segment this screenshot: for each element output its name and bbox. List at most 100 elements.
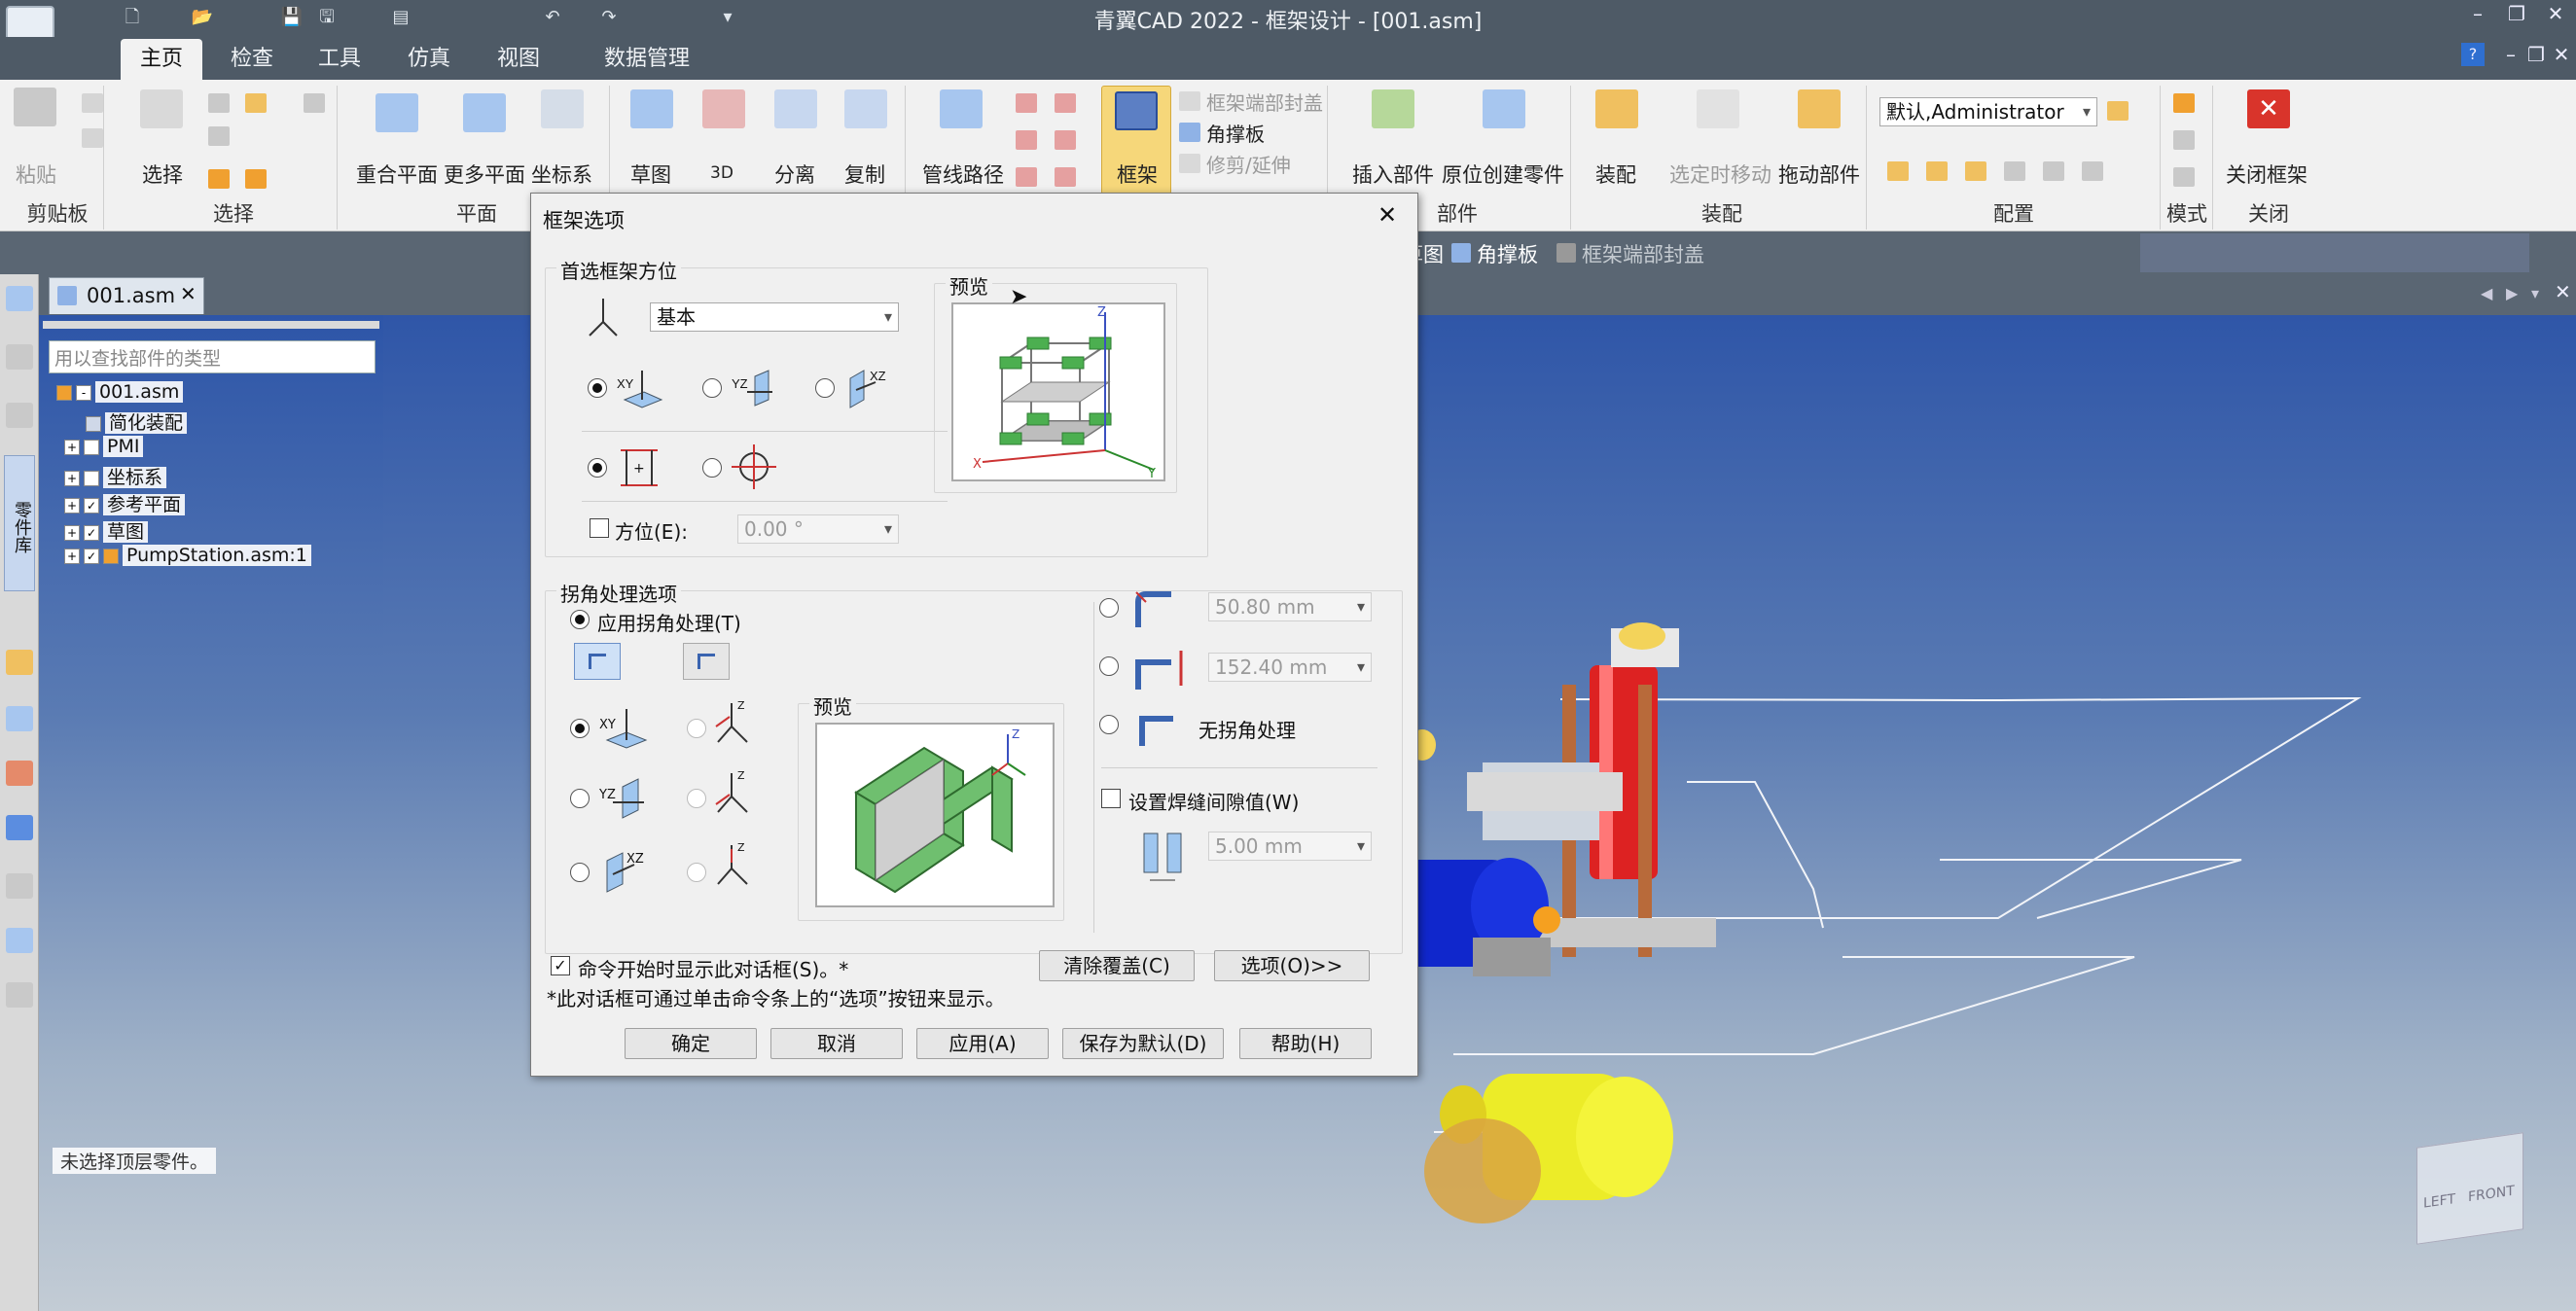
doc-nav-close-icon[interactable]: ✕	[2555, 280, 2571, 303]
corner-dir-3-radio[interactable]	[687, 863, 706, 882]
corner-type-2-button[interactable]	[683, 643, 730, 680]
cmdbar-gusset[interactable]: 角撑板	[1477, 239, 1538, 268]
select-tool-5-icon[interactable]	[245, 169, 267, 189]
move-when-selected-button[interactable]: 选定时移动	[1669, 159, 1771, 189]
more-planes-icon[interactable]	[463, 93, 506, 132]
config-tool-4-icon[interactable]	[2004, 161, 2025, 181]
visibility-checkbox[interactable]: ✓	[84, 548, 99, 564]
plane-xz-radio[interactable]	[815, 378, 835, 398]
corner-plane-xz-radio[interactable]	[570, 863, 590, 882]
plane-xy-radio[interactable]	[588, 378, 607, 398]
corner-plane-yz-radio[interactable]	[570, 789, 590, 808]
config-tool-2-icon[interactable]	[1926, 161, 1948, 181]
expand-icon[interactable]: +	[64, 439, 80, 455]
ok-button[interactable]: 确定	[625, 1028, 757, 1059]
tree-ref-planes[interactable]: + ✓ 参考平面	[64, 490, 186, 515]
select-tool-6-icon[interactable]	[304, 93, 325, 113]
assemble-button[interactable]: 装配	[1595, 159, 1636, 189]
weld-gap-input[interactable]: 5.00 mm ▾	[1208, 832, 1372, 861]
tab-data-management[interactable]: 数据管理	[576, 39, 718, 80]
rect-tool-icon[interactable]	[1016, 130, 1037, 150]
select-arrow-icon[interactable]	[140, 89, 183, 128]
minimize-icon[interactable]: –	[2461, 2, 2494, 31]
strip-tool-3-icon[interactable]	[6, 761, 33, 786]
sketch-button[interactable]: 草图	[630, 159, 671, 189]
options-button[interactable]: 选项(O)>>	[1214, 950, 1370, 981]
view-cube[interactable]: LEFT FRONT	[2416, 1132, 2523, 1245]
coincident-plane-icon[interactable]	[376, 93, 418, 132]
paste-button[interactable]: 粘贴	[16, 159, 56, 189]
trim-extend-icon[interactable]	[1179, 154, 1200, 173]
library-icon[interactable]	[6, 286, 33, 311]
orientation-select[interactable]: 基本 ▾	[650, 302, 899, 332]
document-tab-close-icon[interactable]: ✕	[180, 282, 197, 305]
fillet-tool-icon[interactable]	[1016, 167, 1037, 187]
restore-icon[interactable]: ❐	[2500, 2, 2533, 31]
config-tool-3-icon[interactable]	[1965, 161, 1986, 181]
corner-type-1-button[interactable]	[574, 643, 621, 680]
corner-length-2-radio[interactable]	[1099, 656, 1119, 676]
frame-icon[interactable]	[1115, 91, 1158, 130]
strip-help-icon[interactable]	[6, 815, 33, 840]
visibility-checkbox[interactable]: ✓	[84, 524, 99, 541]
orientation-angle-input[interactable]: 0.00 ° ▾	[737, 514, 899, 544]
gusset-icon[interactable]	[1179, 123, 1200, 142]
select-tool-4-icon[interactable]	[208, 169, 230, 189]
doc-nav-next-icon[interactable]: ▶	[2506, 284, 2518, 302]
tree-pump[interactable]: + ✓ PumpStation.asm:1	[64, 545, 311, 568]
pipe-path-icon[interactable]	[940, 89, 983, 128]
strip-tool-2-icon[interactable]	[6, 706, 33, 731]
line-tool-icon[interactable]	[1016, 93, 1037, 113]
apply-button[interactable]: 应用(A)	[916, 1028, 1049, 1059]
close-icon[interactable]: ✕	[2539, 2, 2572, 31]
drag-part-button[interactable]: 拖动部件	[1778, 159, 1860, 189]
gusset-button[interactable]: 角撑板	[1206, 119, 1265, 147]
frame-button[interactable]: 框架	[1117, 159, 1158, 189]
config-tool-6-icon[interactable]	[2082, 161, 2103, 181]
collapse-icon[interactable]: -	[76, 384, 91, 401]
cancel-button[interactable]: 取消	[770, 1028, 903, 1059]
dialog-close-icon[interactable]: ✕	[1377, 201, 1397, 229]
visibility-checkbox[interactable]	[84, 470, 99, 486]
weld-gap-checkbox[interactable]	[1101, 789, 1121, 808]
corner-length-1-radio[interactable]	[1099, 598, 1119, 618]
visibility-checkbox[interactable]: ✓	[84, 497, 99, 514]
mode-tool-2-icon[interactable]	[2173, 167, 2195, 187]
create-in-place-icon[interactable]	[1483, 89, 1525, 128]
tools-icon[interactable]	[6, 403, 33, 428]
tab-tools[interactable]: 工具	[304, 39, 376, 80]
cmdbar-gusset-icon[interactable]	[1451, 243, 1471, 263]
tree-pmi[interactable]: + PMI	[64, 436, 144, 459]
visibility-checkbox[interactable]	[84, 439, 99, 455]
position-centerline-radio[interactable]	[588, 458, 607, 478]
panel-toggle-icon[interactable]	[6, 344, 33, 370]
insert-part-button[interactable]: 插入部件	[1352, 159, 1434, 189]
more-planes-button[interactable]: 更多平面	[444, 159, 525, 189]
corner-length-1-input[interactable]: 50.80 mm ▾	[1208, 592, 1372, 621]
document-tab[interactable]: 001.asm ✕	[49, 277, 204, 314]
mode-grid-icon[interactable]	[2173, 93, 2195, 113]
expand-icon[interactable]: +	[64, 548, 80, 564]
close-frame-button[interactable]: 关闭框架	[2226, 159, 2308, 189]
pipe-path-button[interactable]: 管线路径	[922, 159, 1004, 189]
cmdbar-end-cap-icon[interactable]	[1556, 243, 1576, 263]
detach-button[interactable]: 分离	[774, 159, 815, 189]
help-button[interactable]: 帮助(H)	[1239, 1028, 1372, 1059]
save-default-button[interactable]: 保存为默认(D)	[1062, 1028, 1224, 1059]
cut-icon[interactable]	[82, 93, 103, 113]
copy-part-icon[interactable]	[844, 89, 887, 128]
view-cube-left[interactable]: LEFT	[2423, 1191, 2455, 1212]
tree-csys[interactable]: + 坐标系	[64, 463, 167, 488]
coincident-plane-button[interactable]: 重合平面	[356, 159, 438, 189]
arc-tool-icon[interactable]	[1055, 93, 1076, 113]
strip-tool-5-icon[interactable]	[6, 928, 33, 953]
mode-tool-1-icon[interactable]	[2173, 130, 2195, 150]
sketch-3d-button[interactable]: 3D	[710, 163, 733, 183]
close-frame-icon[interactable]: ✕	[2247, 89, 2290, 128]
insert-part-icon[interactable]	[1372, 89, 1414, 128]
strip-tool-6-icon[interactable]	[6, 982, 33, 1008]
corner-dir-1-radio[interactable]	[687, 719, 706, 738]
show-on-start-checkbox[interactable]: ✓	[551, 956, 570, 975]
select-tool-3-icon[interactable]	[208, 126, 230, 146]
tab-inspect[interactable]: 检查	[216, 39, 288, 80]
